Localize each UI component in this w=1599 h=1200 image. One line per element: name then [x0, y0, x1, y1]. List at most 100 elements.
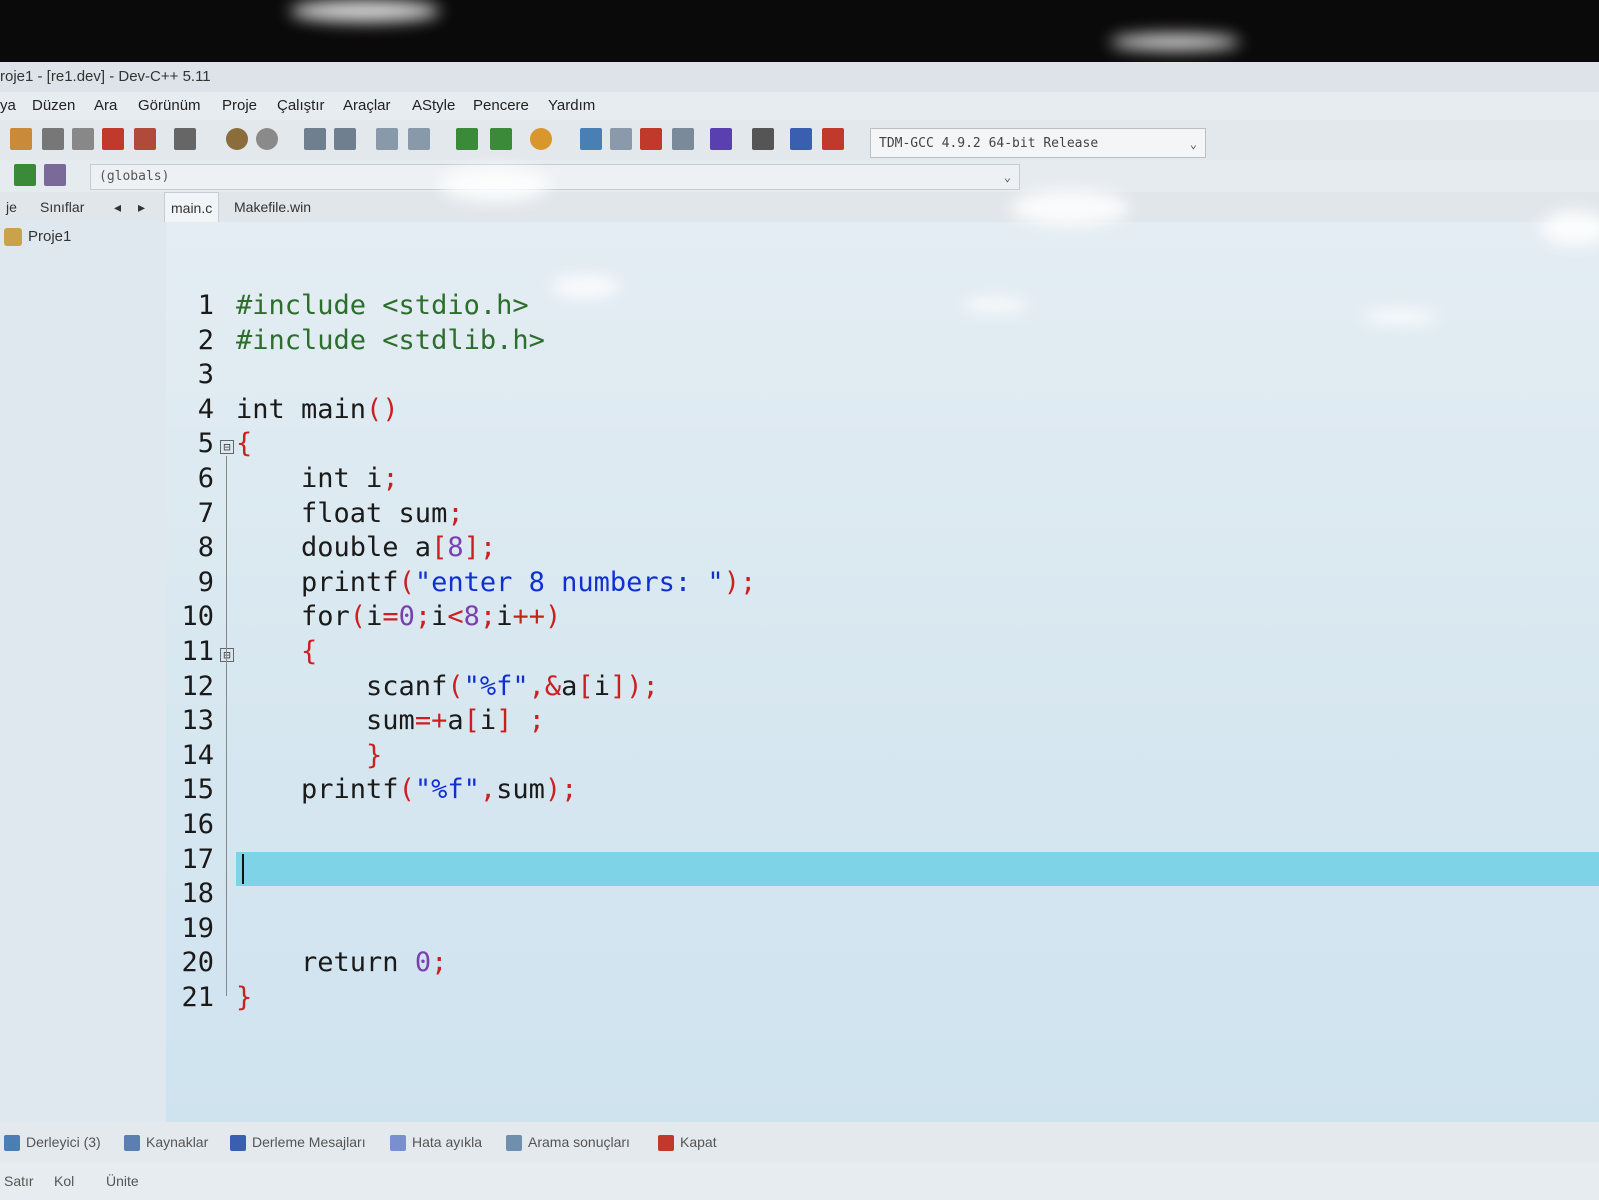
close-file-icon[interactable]: [102, 128, 124, 150]
line-number: 16: [181, 809, 214, 840]
bottom-panel-tabs: Derleyici (3) Kaynaklar Derleme Mesajlar…: [0, 1122, 1599, 1162]
menu-araclar[interactable]: Araçlar: [343, 92, 391, 120]
screen-glare: [1010, 190, 1130, 226]
line-number: 2: [197, 324, 214, 356]
menu-yardim[interactable]: Yardım: [548, 92, 595, 120]
tab-scroll-right-icon[interactable]: ▸: [132, 192, 151, 222]
unindent-icon[interactable]: [408, 128, 430, 150]
save-all-icon[interactable]: [72, 128, 94, 150]
indent-icon[interactable]: [376, 128, 398, 150]
tab-derleme-label: Derleme Mesajları: [252, 1134, 366, 1150]
fold-toggle-icon[interactable]: ⊟: [220, 648, 234, 662]
code-line: scanf("%f",&a[i]);: [236, 670, 659, 702]
open-project-icon[interactable]: [10, 128, 32, 150]
code-line: int main(): [236, 393, 399, 425]
close-all-icon[interactable]: [134, 128, 156, 150]
tab-kapat[interactable]: Kapat: [658, 1122, 717, 1162]
grid-icon[interactable]: [580, 128, 602, 150]
line-number: 20: [181, 947, 214, 979]
menu-dosya[interactable]: ya: [0, 92, 16, 120]
code-line: for(i=0;i<8;i++): [236, 601, 562, 633]
line-number: 12: [181, 670, 214, 702]
code-line: #include <stdio.h>: [236, 290, 529, 321]
line-number: 8: [197, 532, 214, 564]
line-number: 4: [197, 393, 214, 425]
code-line: return 0;: [236, 947, 448, 979]
compiler-grid-icon: [4, 1135, 20, 1152]
tab-derleyici[interactable]: Derleyici (3): [4, 1122, 101, 1162]
find-icon[interactable]: [304, 128, 326, 150]
replace-icon[interactable]: [334, 128, 356, 150]
menu-proje[interactable]: Proje: [222, 92, 257, 120]
check-icon: [390, 1135, 406, 1152]
line-number: 10: [181, 601, 214, 633]
goto-icon[interactable]: [456, 128, 478, 150]
code-line: float sum;: [236, 497, 464, 529]
menu-calistir[interactable]: Çalıştır: [277, 92, 325, 120]
save-icon[interactable]: [42, 128, 64, 150]
line-number: 1: [197, 290, 214, 321]
text-caret: [242, 854, 244, 884]
status-unite: Ünite: [106, 1173, 139, 1189]
compiler-value: TDM-GCC 4.9.2 64-bit Release: [879, 136, 1099, 151]
scope-select[interactable]: (globals) ⌄: [90, 164, 1020, 190]
code-line: printf("enter 8 numbers: ");: [236, 566, 757, 598]
line-number: 9: [197, 566, 214, 598]
layout-icon[interactable]: [672, 128, 694, 150]
tab-siniflar[interactable]: Sınıflar: [34, 192, 90, 222]
code-line: {: [301, 636, 318, 667]
line-number: 13: [181, 705, 214, 737]
tab-scroll-left-icon[interactable]: ◂: [108, 192, 127, 222]
window-title: roje1 - [re1.dev] - Dev-C++ 5.11: [0, 68, 211, 85]
line-number: 7: [197, 497, 214, 529]
tabs-row: je Sınıflar ◂ ▸ main.c Makefile.win: [0, 192, 1599, 222]
chart-icon[interactable]: [790, 128, 812, 150]
toggle-icon[interactable]: [44, 164, 66, 186]
menu-ara[interactable]: Ara: [94, 92, 117, 120]
menu-bar: ya Düzen Ara Görünüm Proje Çalıştır Araç…: [0, 92, 1599, 120]
fold-toggle-icon[interactable]: ⊟: [220, 440, 234, 454]
ide-window: roje1 - [re1.dev] - Dev-C++ 5.11 ya Düze…: [0, 62, 1599, 1200]
undo-icon[interactable]: [226, 128, 248, 150]
menu-pencere[interactable]: Pencere: [473, 92, 529, 120]
compile-run-icon[interactable]: [640, 128, 662, 150]
tab-derleme-mesajlari[interactable]: Derleme Mesajları: [230, 1122, 366, 1162]
active-line-highlight: [236, 852, 1599, 886]
line-number: 5: [197, 428, 214, 460]
code-line: printf("%f",sum);: [236, 774, 578, 806]
fold-line: [226, 456, 227, 996]
insert-icon[interactable]: [14, 164, 36, 186]
line-number: 17: [181, 843, 214, 875]
tab-kaynaklar[interactable]: Kaynaklar: [124, 1122, 208, 1162]
line-number: 6: [197, 463, 214, 494]
check-icon[interactable]: [710, 128, 732, 150]
menu-duzen[interactable]: Düzen: [32, 92, 75, 120]
tab-arama-sonuclari[interactable]: Arama sonuçları: [506, 1122, 630, 1162]
tab-main-c[interactable]: main.c: [164, 192, 220, 222]
compiler-select[interactable]: TDM-GCC 4.9.2 64-bit Release ⌄: [870, 128, 1206, 158]
line-number: 15: [181, 774, 214, 806]
stop-icon[interactable]: [752, 128, 774, 150]
debug-icon[interactable]: [822, 128, 844, 150]
code-editor[interactable]: 1 2 3 4 5 6 7 8 9 10 11 12 13 14 15 16 17 18 19 20 21 #inclu…: [166, 222, 1599, 1122]
screen-glare: [440, 168, 550, 202]
project-panel: Proje1: [0, 222, 167, 1122]
tab-proje[interactable]: je: [0, 192, 23, 222]
back-icon[interactable]: [490, 128, 512, 150]
redo-icon[interactable]: [256, 128, 278, 150]
close-icon: [658, 1135, 674, 1152]
tab-hata-label: Hata ayıkla: [412, 1134, 483, 1150]
status-kol: Kol: [54, 1173, 75, 1189]
window-icon[interactable]: [610, 128, 632, 150]
menu-astyle[interactable]: AStyle: [412, 92, 455, 120]
tab-makefile[interactable]: Makefile.win: [228, 192, 317, 222]
project-tree-item[interactable]: Proje1: [4, 228, 71, 247]
screen-glare: [960, 298, 1030, 312]
tab-hata-ayikla[interactable]: Hata ayıkla: [390, 1122, 482, 1162]
code-line: double a[8];: [236, 532, 497, 564]
line-number: 14: [181, 739, 214, 771]
menu-gorunum[interactable]: Görünüm: [138, 92, 201, 120]
print-icon[interactable]: [174, 128, 196, 150]
bookmark-icon[interactable]: [530, 128, 552, 150]
line-number: 18: [181, 878, 214, 910]
